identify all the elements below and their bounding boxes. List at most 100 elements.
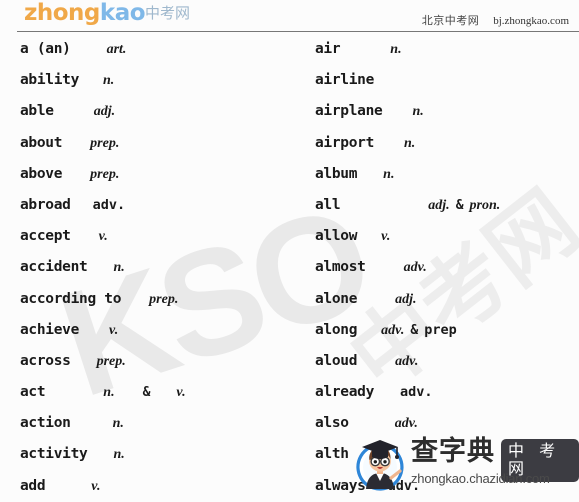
ampersand-separator: & xyxy=(455,197,464,213)
word-term: album xyxy=(315,165,358,182)
word-term: able xyxy=(20,103,54,120)
word-column-right: air n. airline airplane n. airport n. album n. al… xyxy=(315,33,579,501)
part-of-speech: v. xyxy=(91,478,101,494)
word-term: add xyxy=(20,477,46,494)
part-of-speech: v. xyxy=(109,322,119,338)
word-term: a (an) xyxy=(20,41,71,57)
header-site-info: 北京中考网 bj.zhongkao.com xyxy=(422,12,569,28)
part-of-speech: adv. xyxy=(400,384,433,401)
word-row: action n. xyxy=(20,407,290,438)
header-site-url[interactable]: bj.zhongkao.com xyxy=(493,15,569,27)
part-of-speech: n. xyxy=(112,416,124,432)
part-of-speech: adj. xyxy=(395,291,417,307)
word-term: always xyxy=(315,477,366,494)
word-row: air n. xyxy=(315,33,579,64)
word-row: across prep. xyxy=(20,345,290,376)
word-term: across xyxy=(20,352,71,369)
part-of-speech: art. xyxy=(106,42,127,57)
word-row: airplane n. xyxy=(315,95,579,126)
word-row: accident n. xyxy=(20,251,290,282)
word-row: able adj. xyxy=(20,95,290,126)
word-term: airline xyxy=(315,72,375,89)
word-row: accept v. xyxy=(20,220,290,251)
part-of-speech-secondary: v. xyxy=(176,385,186,401)
word-row: alth xyxy=(315,438,579,469)
ampersand-separator: & xyxy=(142,385,151,401)
word-term: according to xyxy=(20,290,122,307)
page-header: zhongkao中考网 北京中考网 bj.zhongkao.com xyxy=(0,0,579,33)
vocabulary-list: a (an) art. ability n. able adj. about prep. abo… xyxy=(0,33,579,500)
word-term: aloud xyxy=(315,352,358,369)
word-term: allow xyxy=(315,228,358,245)
word-term: all xyxy=(315,196,341,213)
part-of-speech: n. xyxy=(412,104,424,120)
word-term: alth xyxy=(315,446,349,463)
word-row: allow v. xyxy=(315,220,579,251)
word-row: add v. xyxy=(20,470,290,501)
word-row: along adv. & prep xyxy=(315,314,579,345)
word-row: already adv. xyxy=(315,376,579,407)
word-term: about xyxy=(20,134,63,151)
part-of-speech: n. xyxy=(103,385,115,401)
word-term: achieve xyxy=(20,321,80,338)
part-of-speech: adv. xyxy=(381,322,405,338)
word-term: act xyxy=(20,384,46,401)
word-term: air xyxy=(315,41,341,57)
part-of-speech: adv. xyxy=(403,260,427,276)
part-of-speech: v. xyxy=(381,229,391,245)
word-term: action xyxy=(20,415,71,432)
part-of-speech: prep. xyxy=(149,291,179,307)
part-of-speech: adj. xyxy=(428,197,450,213)
part-of-speech: prep. xyxy=(90,166,120,182)
word-row: almost adv. xyxy=(315,251,579,282)
site-logo[interactable]: zhongkao中考网 xyxy=(24,1,190,25)
word-row: activity n. xyxy=(20,438,290,469)
part-of-speech: v. xyxy=(98,229,108,245)
word-row: airport n. xyxy=(315,127,579,158)
part-of-speech: n. xyxy=(404,135,416,151)
word-term: accident xyxy=(20,259,88,276)
logo-text-secondary: kao xyxy=(99,0,146,26)
word-term: alone xyxy=(315,290,358,307)
part-of-speech: adv. xyxy=(395,353,419,369)
word-row: according to prep. xyxy=(20,283,290,314)
word-term: airplane xyxy=(315,103,383,120)
word-term: abroad xyxy=(20,196,71,213)
word-term: ability xyxy=(20,72,80,89)
word-row: aloud adv. xyxy=(315,345,579,376)
word-row: above prep. xyxy=(20,158,290,189)
part-of-speech: n. xyxy=(113,260,125,276)
word-term: also xyxy=(315,415,349,432)
word-term: along xyxy=(315,321,358,338)
part-of-speech: prep. xyxy=(96,353,126,369)
part-of-speech: adj. xyxy=(93,104,116,120)
word-row: all adj. & pron. xyxy=(315,189,579,220)
part-of-speech: prep. xyxy=(90,135,120,151)
word-column-left: a (an) art. ability n. able adj. about prep. abo… xyxy=(20,33,290,501)
word-row: a (an) art. xyxy=(20,33,290,64)
header-divider xyxy=(17,31,579,32)
word-row: abroad adv. xyxy=(20,189,290,220)
part-of-speech: n. xyxy=(383,166,395,182)
part-of-speech: n. xyxy=(103,73,115,89)
ampersand-separator: & xyxy=(410,322,419,338)
word-row: always adv. xyxy=(315,470,579,501)
word-term: activity xyxy=(20,446,88,463)
word-row: alone adj. xyxy=(315,283,579,314)
logo-text-cn: 中考网 xyxy=(145,4,191,22)
part-of-speech: adv. xyxy=(92,196,126,213)
part-of-speech: adv. xyxy=(394,416,418,432)
word-term: already xyxy=(315,384,375,401)
word-row: ability n. xyxy=(20,64,290,95)
part-of-speech: n. xyxy=(390,42,402,57)
word-term: accept xyxy=(20,228,71,245)
word-row: act n. & v. xyxy=(20,376,290,407)
word-term: above xyxy=(20,165,63,182)
part-of-speech: n. xyxy=(113,447,125,463)
word-row: airline xyxy=(315,64,579,95)
logo-text-primary: zhong xyxy=(24,0,100,26)
part-of-speech: adv. xyxy=(387,477,421,494)
part-of-speech-secondary: pron. xyxy=(469,197,501,213)
word-term: airport xyxy=(315,134,375,151)
word-row: achieve v. xyxy=(20,314,290,345)
